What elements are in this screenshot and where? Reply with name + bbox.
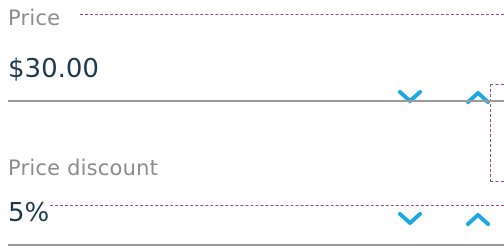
price-input[interactable]: $30.00	[8, 54, 99, 84]
price-decrement-button[interactable]	[393, 84, 427, 110]
chevron-up-icon	[466, 91, 490, 104]
guide-line	[80, 14, 504, 15]
price-discount-input[interactable]: 5%	[8, 198, 49, 228]
price-increment-button[interactable]	[461, 84, 495, 110]
price-underline	[8, 100, 504, 102]
chevron-down-icon	[398, 90, 422, 103]
price-discount-increment-button[interactable]	[461, 206, 495, 232]
guide-line	[490, 181, 504, 182]
price-discount-label: Price discount	[8, 156, 159, 180]
price-form: Price $30.00 Price discount 5%	[0, 0, 504, 250]
price-discount-decrement-button[interactable]	[393, 206, 427, 232]
price-discount-underline	[8, 244, 504, 246]
chevron-down-icon	[398, 212, 422, 225]
guide-line	[50, 205, 504, 206]
chevron-up-icon	[466, 213, 490, 226]
price-label: Price	[8, 6, 61, 30]
